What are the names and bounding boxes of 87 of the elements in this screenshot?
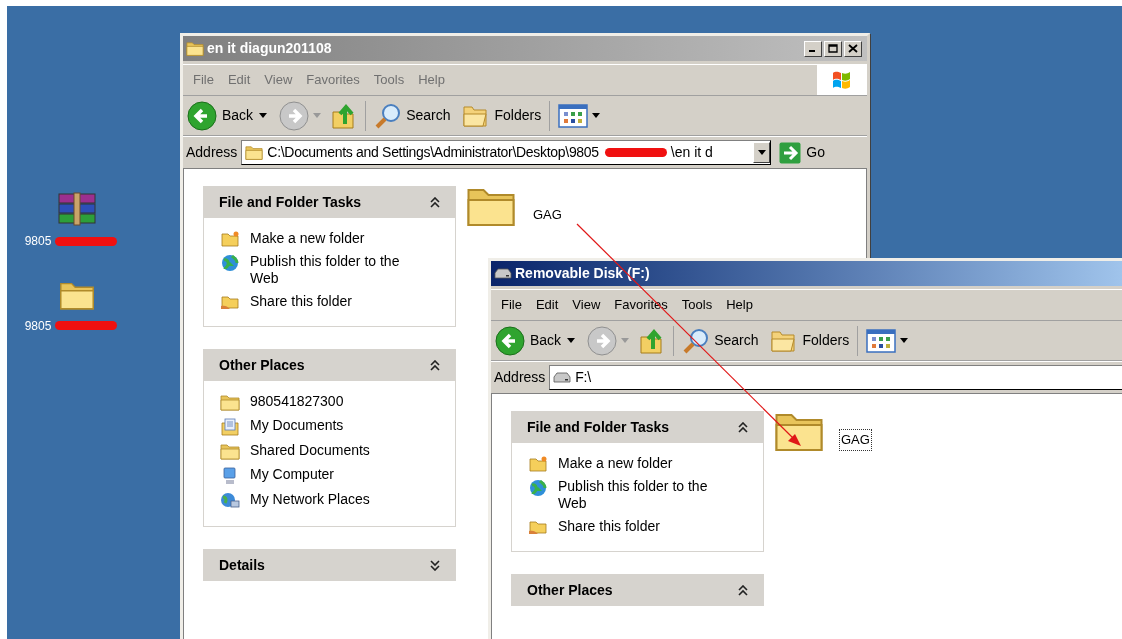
shared-folder-icon: [221, 294, 239, 310]
collapse-chevron-icon[interactable]: [430, 196, 440, 208]
desktop-icon-label[interactable]: 9805: [24, 232, 52, 250]
panel-title: File and Folder Tasks: [219, 192, 362, 212]
task-link[interactable]: My Documents: [250, 417, 420, 434]
panel-header[interactable]: File and Folder Tasks: [511, 411, 764, 443]
collapse-chevron-icon[interactable]: [738, 584, 748, 596]
address-text: F:\: [575, 368, 591, 387]
back-button[interactable]: Back: [187, 100, 256, 131]
redaction-mark: [55, 321, 118, 331]
close-button[interactable]: [844, 40, 862, 57]
task-link[interactable]: Make a new folder: [558, 455, 728, 472]
drive-icon: [553, 371, 572, 384]
address-field[interactable]: F:\: [549, 365, 1122, 390]
panel-title: Other Places: [527, 580, 613, 600]
menu-item[interactable]: Edit: [531, 295, 563, 315]
address-field[interactable]: C:\Documents and Settings\Administrator\Desktop\9805 \en it d: [241, 140, 772, 165]
menu-item[interactable]: Help: [722, 295, 757, 315]
globe-icon: [529, 479, 547, 497]
folders-button[interactable]: Folders: [462, 102, 542, 129]
panel-header[interactable]: File and Folder Tasks: [203, 186, 456, 218]
views-icon[interactable]: [866, 328, 897, 353]
minimize-button[interactable]: [804, 40, 822, 57]
dropdown-button[interactable]: [753, 142, 771, 163]
folder-icon: [220, 394, 240, 411]
panel-header[interactable]: Details: [203, 549, 456, 581]
documents-icon: [221, 418, 239, 436]
window-title: Removable Disk (F:): [515, 264, 650, 283]
panel-title: Details: [219, 555, 265, 575]
task-link[interactable]: Make a new folder: [250, 230, 420, 247]
drive-icon: [494, 267, 512, 280]
folder-icon: [220, 443, 240, 460]
computer-icon: [222, 467, 238, 485]
caret-icon[interactable]: [567, 338, 576, 343]
go-button[interactable]: Go: [779, 141, 826, 164]
task-link[interactable]: Publish this folder to the Web: [250, 253, 420, 287]
new-folder-icon: [529, 456, 547, 472]
menu-item[interactable]: View: [568, 295, 605, 315]
search-button[interactable]: Search: [682, 326, 759, 355]
task-link[interactable]: My Network Places: [250, 491, 420, 508]
panel-title: File and Folder Tasks: [527, 417, 670, 437]
archive-icon[interactable]: [56, 192, 98, 226]
new-folder-icon: [221, 231, 239, 247]
task-link[interactable]: Share this folder: [250, 293, 420, 310]
desktop-icon-label[interactable]: 9805: [24, 316, 52, 335]
panel-header[interactable]: Other Places: [511, 574, 764, 606]
views-icon[interactable]: [558, 103, 589, 128]
search-icon: [682, 326, 711, 355]
network-icon: [220, 492, 240, 510]
task-link[interactable]: 980541827300: [250, 393, 420, 410]
caret-icon: [757, 150, 766, 155]
menu-item[interactable]: File: [497, 295, 526, 315]
collapse-chevron-icon[interactable]: [430, 359, 440, 371]
address-text: C:\Documents and Settings\Administrator\Desktop\9805: [267, 143, 599, 162]
shared-folder-icon: [529, 519, 547, 535]
redaction-mark: [604, 148, 667, 157]
caret-icon[interactable]: [900, 338, 909, 343]
expand-chevron-icon[interactable]: [430, 559, 440, 571]
redaction-mark: [55, 236, 118, 246]
task-link[interactable]: Share this folder: [558, 518, 728, 535]
folder-icon: [186, 40, 204, 57]
panel-title: Other Places: [219, 355, 305, 375]
address-text: \en it d: [670, 143, 713, 162]
menu-item[interactable]: Tools: [677, 295, 717, 315]
task-link[interactable]: Shared Documents: [250, 442, 420, 459]
panel-header[interactable]: Other Places: [203, 349, 456, 381]
address-label: Address: [494, 368, 546, 387]
maximize-button[interactable]: [824, 40, 842, 57]
file-name[interactable]: GAG: [532, 205, 563, 225]
maximize-icon: [828, 44, 838, 53]
folder-icon: [245, 144, 264, 161]
flag-logo-icon: [831, 70, 853, 90]
search-button[interactable]: Search: [374, 101, 451, 130]
close-icon: [848, 44, 858, 53]
file-name[interactable]: GAG: [840, 430, 871, 450]
folder-icon: [59, 280, 95, 311]
address-label: Address: [186, 143, 238, 162]
globe-icon: [221, 254, 239, 272]
task-link[interactable]: My Computer: [250, 466, 420, 483]
caret-icon[interactable]: [259, 113, 268, 118]
window-title: en it diagun201108: [207, 39, 332, 58]
folders-button[interactable]: Folders: [770, 327, 850, 354]
task-link[interactable]: Publish this folder to the Web: [558, 478, 728, 512]
search-icon: [374, 101, 403, 130]
collapse-chevron-icon[interactable]: [738, 421, 748, 433]
caret-icon[interactable]: [592, 113, 601, 118]
back-button[interactable]: Back: [495, 325, 564, 356]
